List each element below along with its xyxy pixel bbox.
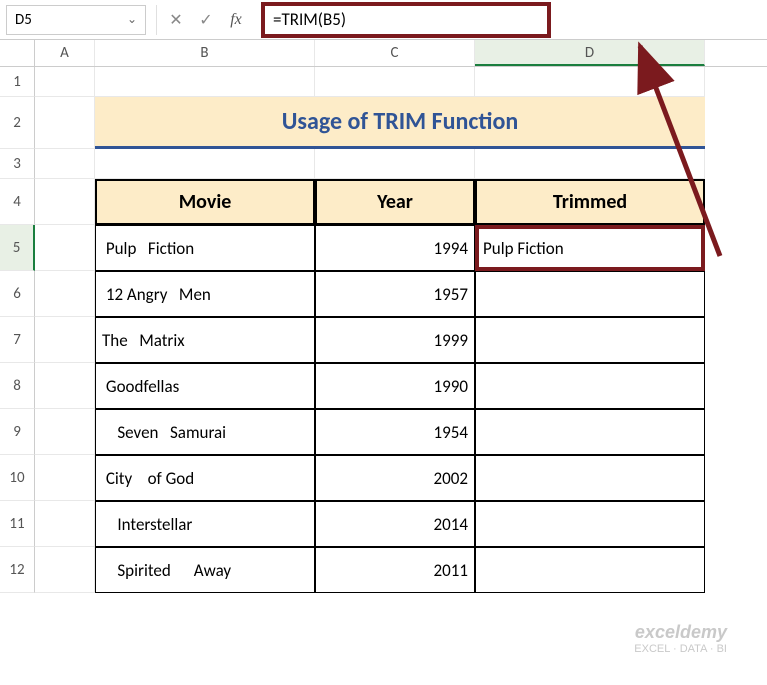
- cell-movie-5[interactable]: Pulp Fiction: [95, 225, 315, 271]
- cell-A5[interactable]: [35, 225, 95, 271]
- cell-A7[interactable]: [35, 317, 95, 363]
- row-header-10[interactable]: 10: [0, 455, 35, 501]
- cell-movie-9[interactable]: Seven Samurai: [95, 409, 315, 455]
- row-header-11[interactable]: 11: [0, 501, 35, 547]
- cell-movie-8[interactable]: Goodfellas: [95, 363, 315, 409]
- cell-year-6[interactable]: 1957: [315, 271, 475, 317]
- cell-B1[interactable]: [95, 67, 315, 97]
- cell-movie-12[interactable]: Spirited Away: [95, 547, 315, 593]
- row-header-8[interactable]: 8: [0, 363, 35, 409]
- cell-trimmed-9[interactable]: [475, 409, 705, 455]
- header-year[interactable]: Year: [315, 179, 475, 225]
- cell-movie-10[interactable]: City of God: [95, 455, 315, 501]
- cell-trimmed-11[interactable]: [475, 501, 705, 547]
- cell-movie-11[interactable]: Interstellar: [95, 501, 315, 547]
- cell-year-9[interactable]: 1954: [315, 409, 475, 455]
- row-header-7[interactable]: 7: [0, 317, 35, 363]
- cell-A8[interactable]: [35, 363, 95, 409]
- header-trimmed[interactable]: Trimmed: [475, 179, 705, 225]
- cell-D1[interactable]: [475, 67, 705, 97]
- cell-year-8[interactable]: 1990: [315, 363, 475, 409]
- cell-A11[interactable]: [35, 501, 95, 547]
- row-header-5[interactable]: 5: [0, 225, 35, 271]
- cell-A9[interactable]: [35, 409, 95, 455]
- cell-year-12[interactable]: 2011: [315, 547, 475, 593]
- row-header-12[interactable]: 12: [0, 547, 35, 593]
- col-header-A[interactable]: A: [35, 40, 95, 66]
- cell-A2[interactable]: [35, 97, 95, 149]
- row-header-4[interactable]: 4: [0, 179, 35, 225]
- cell-C1[interactable]: [315, 67, 475, 97]
- cell-A12[interactable]: [35, 547, 95, 593]
- cell-A4[interactable]: [35, 179, 95, 225]
- col-header-C[interactable]: C: [315, 40, 475, 66]
- confirm-formula-icon[interactable]: ✓: [191, 5, 221, 35]
- cell-A6[interactable]: [35, 271, 95, 317]
- cell-A10[interactable]: [35, 455, 95, 501]
- grid-body: 1 2 Usage of TRIM Function 3 4 Movie Yea…: [0, 67, 767, 593]
- name-box[interactable]: D5 ⌄: [6, 5, 146, 35]
- col-header-D[interactable]: D: [475, 40, 705, 66]
- watermark-tag: EXCEL · DATA · BI: [634, 643, 727, 655]
- row-header-2[interactable]: 2: [0, 97, 35, 149]
- cell-trimmed-6[interactable]: [475, 271, 705, 317]
- cell-movie-6[interactable]: 12 Angry Men: [95, 271, 315, 317]
- title-cell[interactable]: Usage of TRIM Function: [95, 97, 705, 149]
- cell-B3[interactable]: [95, 149, 315, 179]
- cell-trimmed-5[interactable]: Pulp Fiction: [475, 225, 705, 271]
- cell-trimmed-12[interactable]: [475, 547, 705, 593]
- row-header-1[interactable]: 1: [0, 67, 35, 97]
- cell-year-11[interactable]: 2014: [315, 501, 475, 547]
- header-movie[interactable]: Movie: [95, 179, 315, 225]
- formula-bar: D5 ⌄ ✕ ✓ fx =TRIM(B5): [0, 0, 767, 40]
- cell-movie-7[interactable]: The Matrix: [95, 317, 315, 363]
- cell-trimmed-8[interactable]: [475, 363, 705, 409]
- column-headers: A B C D: [0, 40, 767, 67]
- cell-year-10[interactable]: 2002: [315, 455, 475, 501]
- cancel-formula-icon[interactable]: ✕: [161, 5, 191, 35]
- cell-C3[interactable]: [315, 149, 475, 179]
- fx-icon[interactable]: fx: [221, 5, 251, 35]
- chevron-down-icon[interactable]: ⌄: [127, 12, 137, 27]
- cell-trimmed-10[interactable]: [475, 455, 705, 501]
- cell-year-7[interactable]: 1999: [315, 317, 475, 363]
- col-header-B[interactable]: B: [95, 40, 315, 66]
- cell-year-5[interactable]: 1994: [315, 225, 475, 271]
- row-header-9[interactable]: 9: [0, 409, 35, 455]
- cell-trimmed-7[interactable]: [475, 317, 705, 363]
- cell-D3[interactable]: [475, 149, 705, 179]
- row-header-3[interactable]: 3: [0, 149, 35, 179]
- formula-input[interactable]: =TRIM(B5): [261, 2, 551, 38]
- watermark-brand: exceldemy: [634, 622, 727, 643]
- name-box-value: D5: [15, 11, 32, 29]
- cell-A3[interactable]: [35, 149, 95, 179]
- cell-A1[interactable]: [35, 67, 95, 97]
- formula-text: =TRIM(B5): [273, 9, 346, 30]
- watermark: exceldemy EXCEL · DATA · BI: [634, 622, 727, 655]
- row-header-6[interactable]: 6: [0, 271, 35, 317]
